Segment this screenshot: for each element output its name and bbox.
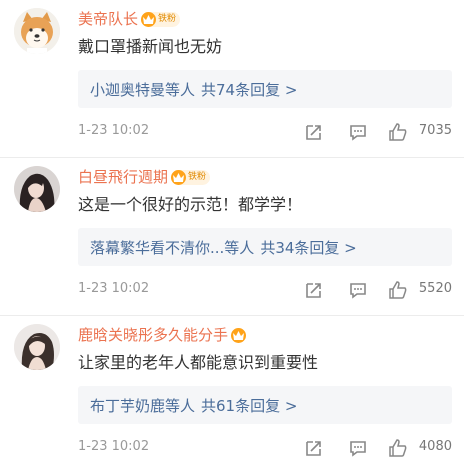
comment-time: 1-23 10:02 [78,123,150,138]
avatar[interactable] [14,8,60,54]
comment-item: 美帝队长 铁粉 戴口罩播新闻也无妨 小迦奥特曼等人 共74条回复 > 1-23 … [0,0,464,158]
like-icon[interactable] [388,280,408,300]
comment-icon[interactable] [348,438,368,458]
reply-users: 落幕繁华看不清你...等人 [90,238,255,257]
comment-item: 鹿晗关晓彤多久能分手 让家里的老年人都能意识到重要性 布丁芋奶鹿等人 共61条回… [0,316,464,474]
like-count: 5520 [418,281,452,296]
reply-users: 小迦奥特曼等人 [90,80,196,99]
fan-badge-label: 铁粉 [158,13,177,24]
avatar[interactable] [14,324,60,370]
like-icon[interactable] [388,438,408,458]
comment-icon[interactable] [348,280,368,300]
reply-count: 共34条回复 > [260,238,357,257]
comment-text: 让家里的老年人都能意识到重要性 [78,353,319,372]
share-icon[interactable] [304,280,324,300]
share-icon[interactable] [304,122,324,142]
comment-time: 1-23 10:02 [78,439,150,454]
woman-portrait-avatar-icon [14,324,60,370]
comment-time: 1-23 10:02 [78,281,150,296]
fan-badge: 铁粉 [141,11,181,27]
like-count: 4080 [418,439,452,454]
fan-badge-label: 铁粉 [188,171,207,182]
avatar[interactable] [14,166,60,212]
username[interactable]: 美帝队长 [78,8,138,30]
like-icon[interactable] [388,122,408,142]
replies-link[interactable]: 落幕繁华看不清你...等人 共34条回复 > [78,228,452,266]
comment-text: 戴口罩播新闻也无妨 [78,37,223,56]
comment-item: 白昼飛行週期 铁粉 这是一个很好的示范！都学学！ 落幕繁华看不清你...等人 共… [0,158,464,316]
crown-icon [231,327,247,343]
username[interactable]: 鹿晗关晓彤多久能分手 [78,324,228,346]
fan-badge [231,327,247,343]
reply-count: 共61条回复 > [201,396,298,415]
comment-text: 这是一个很好的示范！都学学！ [78,195,303,214]
comment-icon[interactable] [348,122,368,142]
crown-icon [171,169,187,185]
fan-badge: 铁粉 [171,169,211,185]
share-icon[interactable] [304,438,324,458]
replies-link[interactable]: 布丁芋奶鹿等人 共61条回复 > [78,386,452,424]
reply-users: 布丁芋奶鹿等人 [90,396,196,415]
reply-count: 共74条回复 > [201,80,298,99]
shiba-dog-avatar-icon [14,8,60,54]
like-count: 7035 [418,123,452,138]
crown-icon [141,11,157,27]
woman-portrait-avatar-icon [14,166,60,212]
username[interactable]: 白昼飛行週期 [78,166,168,188]
replies-link[interactable]: 小迦奥特曼等人 共74条回复 > [78,70,452,108]
